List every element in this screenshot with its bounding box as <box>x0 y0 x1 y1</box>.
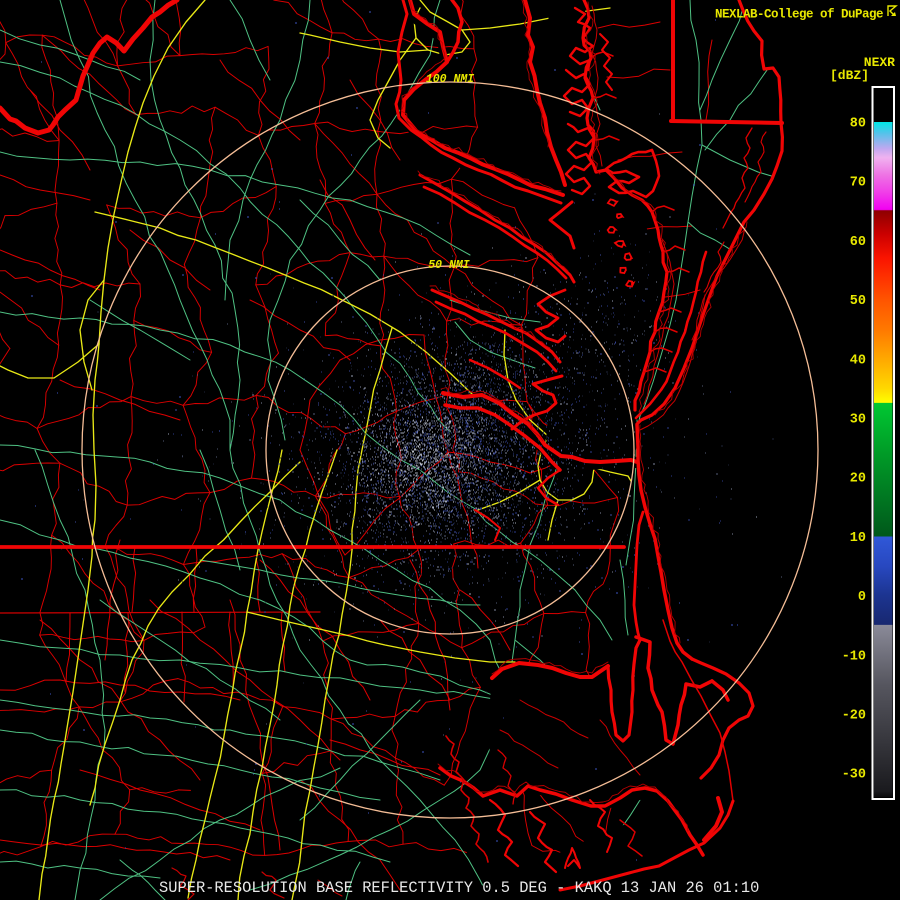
svg-text:0: 0 <box>858 590 866 605</box>
svg-text:-30: -30 <box>842 768 866 783</box>
svg-text:40: 40 <box>850 353 866 368</box>
svg-text:100 NMI: 100 NMI <box>426 73 474 86</box>
svg-text:20: 20 <box>850 472 866 487</box>
svg-text:50 NMI: 50 NMI <box>428 259 470 272</box>
svg-text:[dBZ]: [dBZ] <box>830 68 869 83</box>
svg-text:-10: -10 <box>842 649 866 664</box>
svg-text:60: 60 <box>850 235 866 250</box>
svg-text:NEXLAB-College of DuPage: NEXLAB-College of DuPage <box>715 8 883 22</box>
svg-text:10: 10 <box>850 531 866 546</box>
svg-text:-20: -20 <box>842 709 866 724</box>
svg-text:50: 50 <box>850 294 866 309</box>
svg-text:70: 70 <box>850 176 866 191</box>
svg-text:80: 80 <box>850 117 866 132</box>
svg-text:30: 30 <box>850 413 866 428</box>
svg-text:SUPER-RESOLUTION BASE REFLECTI: SUPER-RESOLUTION BASE REFLECTIVITY 0.5 D… <box>159 879 759 897</box>
